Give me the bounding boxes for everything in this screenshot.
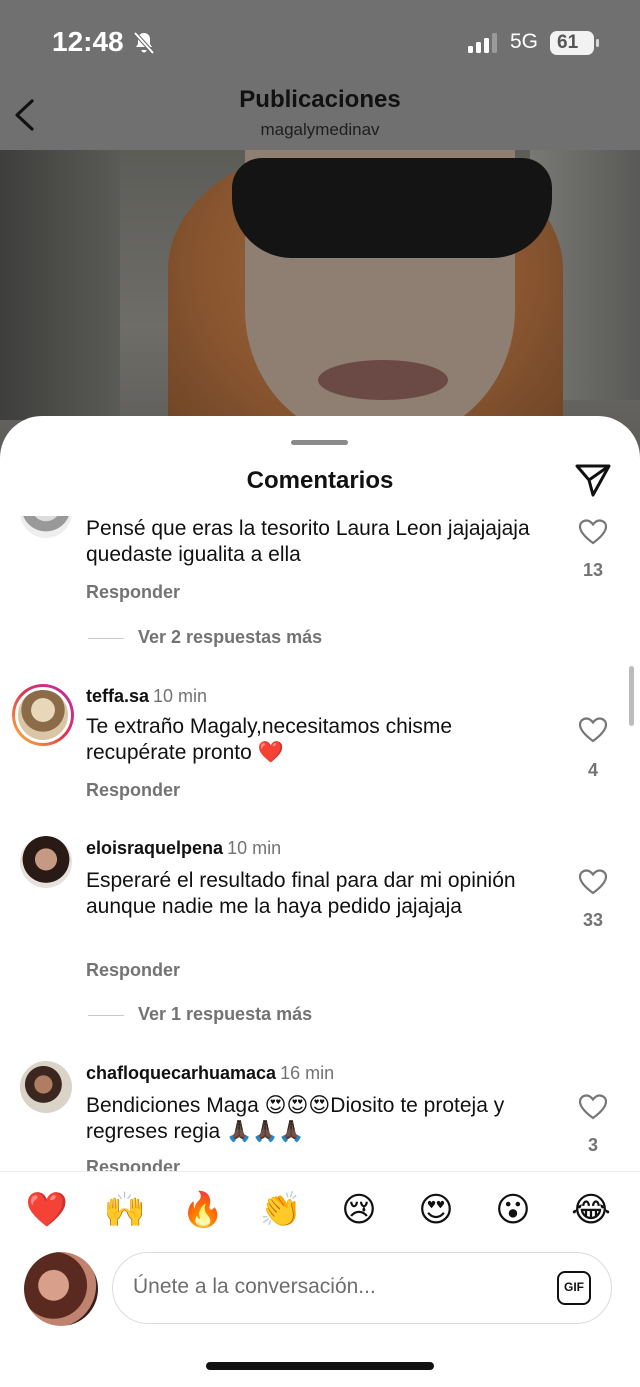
reply-button[interactable]: Responder [86, 1157, 180, 1171]
heart-icon[interactable] [578, 518, 608, 546]
like-count: 3 [587, 1135, 598, 1155]
quick-reactions-bar: ❤️ 🙌 🔥 👏 😢 😍 😮 😂 [0, 1171, 640, 1241]
comment-text: Bendiciones Maga 😍😍😍Diosito te proteja y… [86, 1094, 505, 1143]
reaction-heart[interactable]: ❤️ [25, 1188, 69, 1232]
avatar[interactable] [20, 516, 72, 538]
top-header: Publicaciones magalymedinav [0, 80, 640, 150]
comment-username[interactable]: eloisraquelpena [86, 838, 223, 858]
like-count: 4 [587, 760, 598, 780]
avatar[interactable] [20, 836, 72, 888]
comment-username[interactable]: chafloquecarhuamaca [86, 1063, 276, 1083]
reply-button[interactable]: Responder [86, 582, 180, 603]
comment-username[interactable]: teffa.sa [86, 686, 149, 706]
current-user-avatar [24, 1252, 98, 1326]
reply-button[interactable]: Responder [86, 960, 180, 981]
comment-time: 10 min [153, 686, 208, 706]
reply-button[interactable]: Responder [86, 780, 180, 801]
like-count: 13 [582, 560, 604, 580]
bell-slash-icon [133, 31, 155, 55]
comment-input-placeholder: Únete a la conversación... [133, 1275, 376, 1298]
network-type: 5G [510, 30, 539, 53]
home-indicator[interactable] [206, 1362, 434, 1370]
comment-input[interactable]: Únete a la conversación... GIF [112, 1252, 612, 1324]
status-bar: 12:48 5G 61 [0, 0, 640, 88]
reaction-fire[interactable]: 🔥 [181, 1188, 225, 1232]
status-time: 12:48 [52, 26, 124, 57]
view-replies-button[interactable]: Ver 2 respuestas más [88, 627, 322, 648]
comment-meta: teffa.sa 10 min [86, 686, 207, 707]
comment-time: 16 min [280, 1063, 335, 1083]
gif-icon[interactable]: GIF [557, 1271, 591, 1305]
sheet-drag-handle[interactable] [291, 440, 348, 445]
page-title: Publicaciones [239, 86, 401, 113]
comment-meta: eloisraquelpena 10 min [86, 838, 281, 859]
scrollbar[interactable] [629, 666, 634, 726]
sheet-title: Comentarios [246, 467, 394, 494]
like-count: 33 [582, 910, 604, 930]
comment-meta: chafloquecarhuamaca 16 min [86, 1063, 334, 1084]
avatar[interactable] [20, 1061, 72, 1113]
page-subtitle[interactable]: magalymedinav [0, 120, 640, 140]
heart-icon[interactable] [578, 868, 608, 896]
view-replies-button[interactable]: Ver 1 respuesta más [88, 1004, 312, 1025]
reaction-surprised[interactable]: 😮 [491, 1188, 535, 1232]
reaction-laughing[interactable]: 😂 [569, 1188, 613, 1232]
avatar-story-ring[interactable] [12, 684, 74, 746]
view-replies-label: Ver 1 respuesta más [138, 1004, 313, 1024]
reaction-crying[interactable]: 😢 [337, 1188, 381, 1232]
share-icon[interactable] [574, 462, 612, 498]
comments-sheet: Comentarios Pensé que eras la tesorito L… [0, 416, 640, 1387]
battery-level: 61 [557, 32, 579, 53]
comment-text: Esperaré el resultado final para dar mi … [86, 869, 516, 918]
comment-text: Pensé que eras la tesorito Laura Leon ja… [86, 517, 530, 566]
comment-time: 10 min [227, 838, 282, 858]
comment-text: Te extraño Magaly,necesitamos chisme rec… [86, 715, 453, 764]
battery-icon: 61 [550, 31, 599, 55]
view-replies-label: Ver 2 respuestas más [138, 627, 323, 647]
heart-icon[interactable] [578, 1093, 608, 1121]
signal-icon [468, 33, 497, 53]
reaction-raising-hands[interactable]: 🙌 [103, 1188, 147, 1232]
reaction-heart-eyes[interactable]: 😍 [414, 1188, 458, 1232]
reaction-clapping[interactable]: 👏 [259, 1188, 303, 1232]
comments-list[interactable]: Pensé que eras la tesorito Laura Leon ja… [0, 516, 640, 1171]
heart-icon[interactable] [578, 716, 608, 744]
